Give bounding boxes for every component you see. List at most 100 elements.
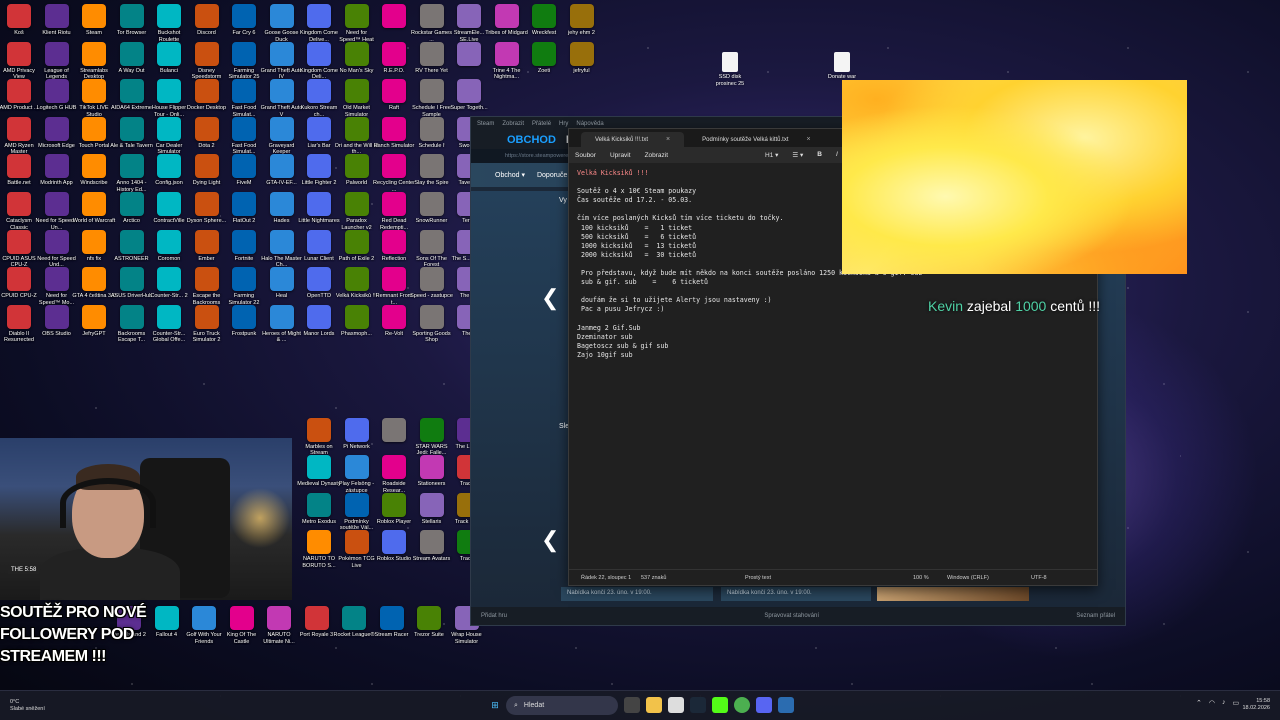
volume-icon[interactable]: ♪ <box>1222 699 1226 707</box>
app-icon <box>157 41 181 66</box>
desktop-shortcut[interactable]: OBS Studio <box>38 304 76 357</box>
close-icon[interactable]: × <box>666 136 670 143</box>
menu-edit[interactable]: Upravit <box>610 152 631 159</box>
desktop-shortcut[interactable]: Counter-Str... Global Offe... <box>150 304 188 357</box>
app-icon <box>157 154 181 179</box>
app-icon <box>157 116 181 141</box>
file-explorer-icon[interactable] <box>646 697 662 713</box>
task-view-icon[interactable] <box>624 697 640 713</box>
app-icon <box>82 41 106 66</box>
format-toolbar: H1 ▾ ☰ ▾ B I <box>765 151 838 159</box>
desktop-file-donate[interactable]: Donate war <box>820 52 864 81</box>
manage-downloads-button[interactable]: Spravovat stahování <box>764 613 819 619</box>
sale-card[interactable]: Nabídka končí 23. úno. v 19:00. <box>721 587 871 601</box>
steam-taskbar-icon[interactable] <box>690 697 706 713</box>
desktop-shortcut[interactable]: Sporting Goods Shop <box>412 304 451 357</box>
sale-card-image[interactable] <box>877 587 1029 601</box>
desktop-shortcut[interactable]: NARUTO Ultimate Ni... <box>260 606 298 658</box>
app-icon <box>307 304 331 329</box>
desktop-shortcut[interactable]: Backrooms Escape T... <box>113 304 151 357</box>
app-icon <box>307 79 331 104</box>
app-icon <box>344 192 369 216</box>
app-icon <box>307 455 331 480</box>
steam-menu-help[interactable]: Nápověda <box>576 121 603 127</box>
desktop-shortcut[interactable]: Phasmoph... <box>338 304 376 357</box>
discord-taskbar-icon[interactable] <box>756 697 772 713</box>
desktop-shortcut[interactable]: JefryGPT <box>75 304 113 357</box>
close-icon[interactable]: × <box>807 136 811 143</box>
chrome-taskbar-icon[interactable] <box>734 697 750 713</box>
app-icon <box>269 229 294 254</box>
search-box[interactable]: ⌕ Hledat <box>506 696 618 715</box>
desktop-shortcut[interactable]: Euro Truck Simulator 2 <box>188 304 226 357</box>
app-taskbar-icon[interactable] <box>778 697 794 713</box>
steam-nav-store[interactable]: OBCHOD <box>507 134 556 146</box>
desktop-file-ssd[interactable]: SSD disk prosinec 25 <box>708 52 752 88</box>
steam-menu-friends[interactable]: Přátelé <box>532 121 551 127</box>
tab-label: Velká Kicksiků !!!.txt <box>595 136 649 143</box>
tab-podminky[interactable]: Podmínky soutěže Velká kittů.txt × <box>688 132 824 147</box>
desktop-shortcut[interactable]: Rocket League® <box>333 606 375 658</box>
italic-button[interactable]: I <box>836 151 838 159</box>
desktop-shortcut[interactable]: Diablo II Resurrected <box>0 304 38 357</box>
tab-velka-kicksiku[interactable]: Velká Kicksiků !!!.txt × <box>581 132 685 147</box>
list-dropdown[interactable]: ☰ ▾ <box>792 151 803 159</box>
weather-widget[interactable]: 0°C Slabé sněžení <box>10 699 45 713</box>
app-icon <box>267 606 291 630</box>
carousel-prev-icon[interactable]: ❮ <box>541 285 559 311</box>
battery-icon[interactable]: ▭ <box>1232 699 1239 707</box>
text-line: Dzeminator sub <box>577 332 633 341</box>
app-icon <box>82 229 106 254</box>
donation-alert: Kevin zajebal 1000 centů !!! <box>928 298 1100 314</box>
friends-list-button[interactable]: Seznam přátel <box>1076 613 1115 619</box>
network-icon[interactable]: ◠ <box>1209 699 1215 707</box>
steam-menu-games[interactable]: Hry <box>559 121 568 127</box>
app-icon <box>232 116 256 141</box>
app-icon <box>7 192 31 216</box>
desktop-shortcut[interactable]: Heroes of Might & ... <box>262 304 301 357</box>
app-icon <box>419 154 444 179</box>
start-button-icon[interactable]: ⊞ <box>487 697 503 713</box>
clock[interactable]: 15:58 18.02.2026 <box>1242 698 1270 712</box>
desktop-shortcut[interactable]: Stream Racer <box>373 606 411 658</box>
carousel-prev-icon[interactable]: ❮ <box>541 527 559 553</box>
bold-button[interactable]: B <box>817 151 822 159</box>
desktop-shortcut[interactable]: jefryful <box>563 41 601 94</box>
steam-menu-view[interactable]: Zobrazit <box>502 121 524 127</box>
app-icon <box>307 530 331 555</box>
desktop-shortcut[interactable]: Pokémon TCG Live <box>338 530 376 582</box>
app-icon <box>382 417 406 442</box>
app-icon <box>44 192 69 216</box>
add-game-button[interactable]: Přidat hru <box>481 613 507 619</box>
desktop-shortcut[interactable]: NARUTO TO BORUTO S... <box>300 530 338 582</box>
desktop-shortcut[interactable]: Zoeti <box>525 41 563 94</box>
desktop-shortcut[interactable]: Manor Lords <box>300 304 338 357</box>
notepad-taskbar-icon[interactable] <box>668 697 684 713</box>
app-icon <box>154 606 179 630</box>
menu-view[interactable]: Zobrazit <box>645 152 668 159</box>
steam-store-tab[interactable]: Obchod ▾ <box>495 171 525 179</box>
giveaway-banner: SOUTĚŽ PRO NOVÉ FOLLOWERY POD STREAMEM !… <box>0 602 147 668</box>
steam-menu-steam[interactable]: Steam <box>477 121 494 127</box>
heading-dropdown[interactable]: H1 ▾ <box>765 151 778 159</box>
desktop-shortcut[interactable]: Fallout 4 <box>148 606 186 658</box>
desktop-shortcut[interactable]: Frostpunk <box>225 304 263 357</box>
chevron-up-icon[interactable]: ⌃ <box>1196 699 1202 707</box>
status-zoom[interactable]: 100 % <box>913 575 929 581</box>
desktop-shortcut[interactable]: Stream Avatars <box>413 530 451 582</box>
sale-card[interactable]: Nabídka končí 23. úno. v 19:00. <box>561 587 713 601</box>
desktop-shortcut[interactable]: Trezor Suite <box>410 606 448 658</box>
desktop-shortcut[interactable]: Port Royale 3 <box>298 606 336 658</box>
desktop-shortcut[interactable]: Golf With Your Friends <box>185 606 223 658</box>
kick-taskbar-icon[interactable] <box>712 697 728 713</box>
desktop-shortcut[interactable]: Trine 4 The Nightma... <box>488 41 526 94</box>
status-encoding[interactable]: UTF-8 <box>1031 575 1047 581</box>
app-icon <box>269 116 294 141</box>
desktop-shortcut[interactable]: Re-Volt <box>375 304 413 357</box>
desktop-shortcut[interactable]: Roblox Studio <box>375 530 413 582</box>
status-eol[interactable]: Windows (CRLF) <box>947 575 989 581</box>
app-icon <box>232 4 256 28</box>
menu-file[interactable]: Soubor <box>575 152 596 159</box>
app-icon <box>82 267 106 292</box>
desktop-shortcut[interactable]: King Of The Castle <box>223 606 261 658</box>
